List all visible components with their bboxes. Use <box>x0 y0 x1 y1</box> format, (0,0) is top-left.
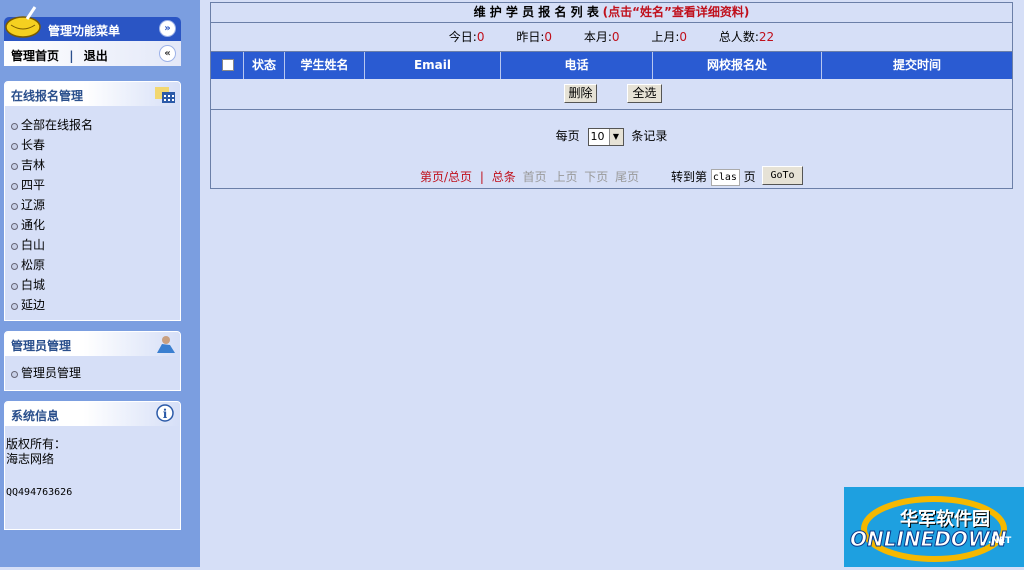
col-email[interactable]: Email <box>365 52 501 79</box>
sidebar-item[interactable]: 延边 <box>5 295 180 315</box>
actions-row: 删除 全选 <box>211 79 1012 110</box>
total-count: 总条 <box>491 170 516 184</box>
table-header: 状态 学生姓名 Email 电话 网校报名处 提交时间 <box>211 52 1012 79</box>
panel-title: 系统信息 <box>11 409 60 423</box>
title-row: 维 护 学 员 报 名 列 表 (点击“姓名”查看详细资料) <box>211 3 1012 23</box>
company-name: 海志网络 <box>6 452 55 466</box>
sidebar: 管理功能菜单 » 管理首页 | 退出 « 在线报名管理 全部在线报名 长春 吉林… <box>0 0 200 567</box>
sidebar-item[interactable]: 吉林 <box>5 155 180 175</box>
last-page-link[interactable]: 尾页 <box>615 170 639 184</box>
double-chevron-left-icon[interactable]: « <box>159 45 176 62</box>
per-page-row: 每页 10 ▼ 条记录 <box>211 127 1012 146</box>
logout-link[interactable]: 退出 <box>84 49 108 63</box>
prev-page-link[interactable]: 上页 <box>553 170 577 184</box>
panel-enrollment: 在线报名管理 全部在线报名 长春 吉林 四平 辽源 通化 白山 松原 白城 延边 <box>4 81 181 321</box>
first-page-link[interactable]: 首页 <box>523 170 547 184</box>
col-status[interactable]: 状态 <box>244 52 285 79</box>
panel-admin: 管理员管理 管理员管理 <box>4 331 181 391</box>
stats-row: 今日:0 昨日:0 本月:0 上月:0 总人数:22 <box>211 23 1012 52</box>
stat-today: 今日:0 <box>448 30 485 44</box>
watermark-net: .NET <box>988 536 1012 546</box>
goto-button[interactable]: GoTo <box>762 166 803 185</box>
logo-icon <box>5 6 41 38</box>
page-title: 维 护 学 员 报 名 列 表 <box>473 5 599 19</box>
copyright-label: 版权所有： <box>6 437 67 451</box>
double-chevron-down-icon[interactable]: » <box>159 20 176 37</box>
goto-label: 转到第 <box>670 170 707 184</box>
page-info: 第页/总页 <box>420 170 473 184</box>
pagination: 第页/总页 | 总条 首页 上页 下页 尾页 转到第 页 <box>420 168 756 186</box>
sidebar-item[interactable]: 管理员管理 <box>5 363 180 383</box>
sidebar-item[interactable]: 长春 <box>5 135 180 155</box>
sidebar-item[interactable]: 白山 <box>5 235 180 255</box>
col-phone[interactable]: 电话 <box>501 52 653 79</box>
select-all-button[interactable]: 全选 <box>627 84 662 103</box>
sidebar-item[interactable]: 辽源 <box>5 195 180 215</box>
calendar-folder-icon <box>155 87 175 103</box>
col-submit-time[interactable]: 提交时间 <box>822 52 1012 79</box>
svg-text:i: i <box>163 407 168 421</box>
sidebar-item[interactable]: 白城 <box>5 275 180 295</box>
sidebar-item[interactable]: 全部在线报名 <box>5 115 180 135</box>
col-school-office[interactable]: 网校报名处 <box>653 52 822 79</box>
per-page-select[interactable]: 10 ▼ <box>587 127 624 146</box>
title-hint: (点击“姓名”查看详细资料) <box>602 5 750 19</box>
stat-total: 总人数:22 <box>718 30 775 44</box>
chevron-down-icon[interactable]: ▼ <box>608 128 623 145</box>
goto-suffix: 页 <box>743 170 756 184</box>
qq-contact: QQ494763626 <box>6 487 73 498</box>
watermark: 华军软件园 ONLINEDOWN .NET <box>844 487 1024 567</box>
info-icon: i <box>156 404 174 422</box>
panel-system-info: 系统信息 i 版权所有： 海志网络 QQ494763626 <box>4 401 181 530</box>
separator: | <box>69 49 74 63</box>
menu-subbar: 管理首页 | 退出 « <box>4 41 181 66</box>
select-all-checkbox[interactable] <box>222 59 234 71</box>
header-checkbox-cell <box>211 52 244 79</box>
panel-title: 在线报名管理 <box>11 89 84 103</box>
per-page-suffix: 条记录 <box>631 129 668 143</box>
home-link[interactable]: 管理首页 <box>11 49 59 63</box>
menu-title: 管理功能菜单 <box>48 24 121 38</box>
main-panel: 维 护 学 员 报 名 列 表 (点击“姓名”查看详细资料) 今日:0 昨日:0… <box>210 2 1013 189</box>
per-page-label: 每页 <box>555 129 580 143</box>
next-page-link[interactable]: 下页 <box>584 170 608 184</box>
admin-user-icon <box>157 336 175 353</box>
stat-yesterday: 昨日:0 <box>516 30 552 44</box>
stat-last-month: 上月:0 <box>651 30 688 44</box>
sidebar-item[interactable]: 四平 <box>5 175 180 195</box>
goto-page-input[interactable] <box>710 169 740 186</box>
sidebar-item[interactable]: 松原 <box>5 255 180 275</box>
watermark-en: ONLINEDOWN <box>850 527 1008 552</box>
sidebar-item[interactable]: 通化 <box>5 215 180 235</box>
panel-title: 管理员管理 <box>11 339 72 353</box>
stat-this-month: 本月:0 <box>583 30 620 44</box>
delete-button[interactable]: 删除 <box>564 84 597 103</box>
col-student-name[interactable]: 学生姓名 <box>285 52 365 79</box>
